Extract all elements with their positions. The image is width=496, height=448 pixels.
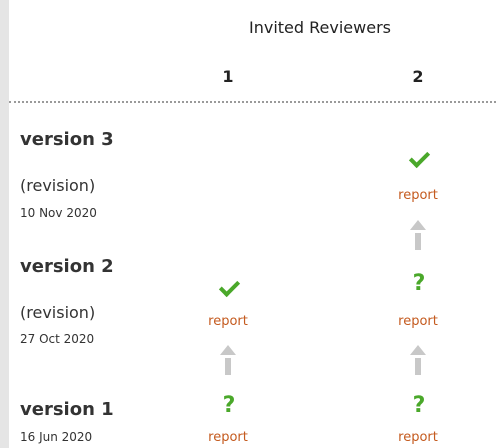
header-divider bbox=[9, 101, 496, 103]
version-2-subtitle: (revision) bbox=[20, 303, 96, 322]
version-3-date: 10 Nov 2020 bbox=[20, 206, 97, 220]
arrow-up-icon bbox=[410, 220, 426, 250]
question-icon: ? bbox=[222, 393, 236, 418]
report-link-v1-r2[interactable]: report bbox=[378, 430, 458, 445]
version-2-title[interactable]: version 2 bbox=[20, 256, 114, 277]
version-3-subtitle: (revision) bbox=[20, 176, 96, 195]
version-1-title[interactable]: version 1 bbox=[20, 399, 114, 420]
report-link-v2-r2[interactable]: report bbox=[378, 314, 458, 329]
left-accent-bar bbox=[0, 0, 9, 448]
approved-check-icon bbox=[408, 146, 431, 169]
arrow-up-icon bbox=[410, 345, 426, 375]
reviewer-1-column: 1 bbox=[222, 67, 234, 86]
report-link-v2-r1[interactable]: report bbox=[188, 314, 268, 329]
report-link-v1-r1[interactable]: report bbox=[188, 430, 268, 445]
question-icon: ? bbox=[412, 393, 426, 418]
reviewer-2-column: 2 bbox=[412, 67, 424, 86]
reviewers-header: Invited Reviewers bbox=[249, 18, 391, 37]
approved-check-icon bbox=[218, 275, 241, 298]
arrow-up-icon bbox=[220, 345, 236, 375]
report-link-v3-r2[interactable]: report bbox=[378, 188, 458, 203]
version-1-date: 16 Jun 2020 bbox=[20, 430, 93, 444]
version-2-date: 27 Oct 2020 bbox=[20, 332, 95, 346]
version-3-title[interactable]: version 3 bbox=[20, 129, 114, 150]
question-icon: ? bbox=[412, 271, 426, 296]
